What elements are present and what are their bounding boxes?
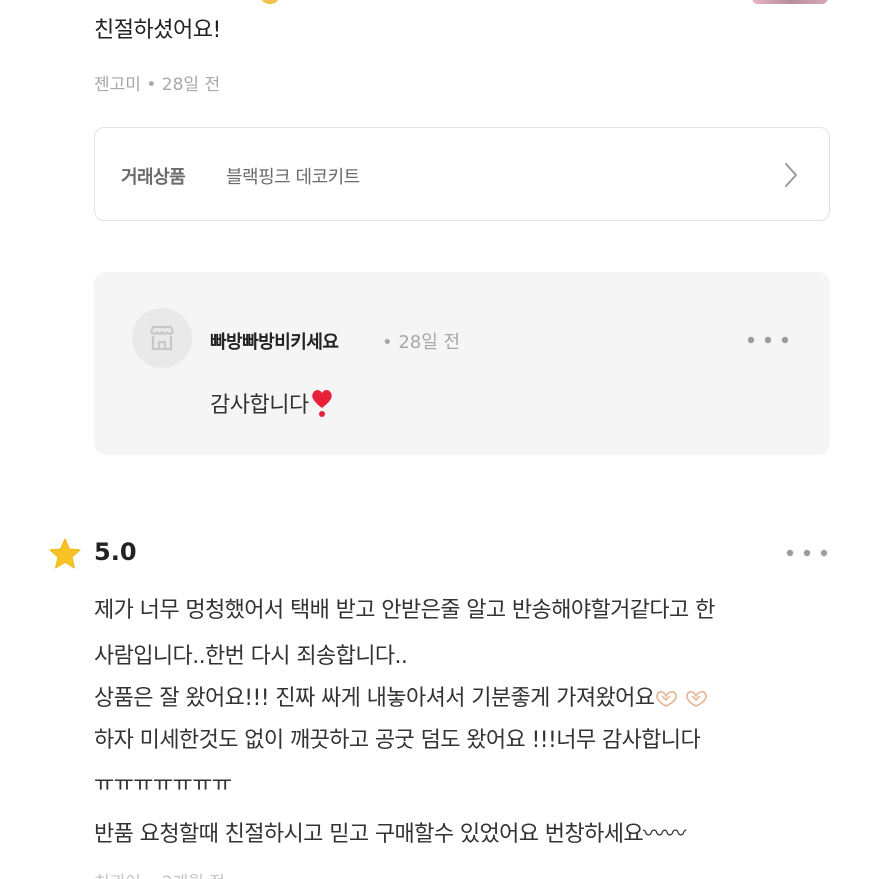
product-name: 블랙핑크 데코키트 (226, 167, 360, 188)
star-icon (49, 538, 81, 569)
meta-separator: • (382, 332, 393, 353)
review-line-text: 상품은 잘 왔어요!!! 진짜 싸게 내놓아셔서 기분좋게 가져왔어요 (94, 686, 655, 711)
review-line: 하자 미세한것도 없이 깨끗하고 공굿 덤도 왔어요 !!!너무 감사합니다 (94, 728, 701, 753)
reply-author-name[interactable]: 빠방빠방비키세요 (210, 328, 339, 354)
chevron-right-icon (785, 163, 797, 187)
rating-value: 5.0 (94, 538, 137, 566)
review-line-with-emoji: 상품은 잘 왔어요!!! 진짜 싸게 내놓아셔서 기분좋게 가져왔어요 (94, 680, 714, 712)
review-line: 제가 너무 멍청했어서 택배 받고 안받은줄 알고 반송해야할거같다고 한 (94, 598, 715, 623)
product-label: 거래상품 (121, 167, 186, 188)
more-dots-icon[interactable] (746, 336, 790, 344)
reply-meta: • 28일 전 (382, 328, 460, 354)
heart-exclamation-icon (311, 390, 332, 417)
meta-separator: • (146, 75, 157, 95)
reply-time: 28일 전 (398, 332, 461, 353)
review-author[interactable]: 젠고미 (94, 75, 141, 95)
reply-text: 감사합니다 (210, 393, 309, 418)
seller-reply: 빠방빠방비키세요 • 28일 전 감사합니다 (94, 272, 830, 455)
emoji-partial (262, 0, 278, 4)
review-meta-partial: 치쾨이 • 2개월 전 (94, 868, 225, 879)
previous-review-text: 친절하셨어요! (94, 18, 221, 43)
more-dots-icon[interactable] (785, 549, 829, 557)
shop-avatar[interactable] (132, 308, 192, 368)
shop-icon (149, 325, 175, 351)
hand-heart-icon (686, 691, 708, 707)
review-photo-thumbnail[interactable] (752, 0, 828, 4)
review-line: 사람입니다..한번 다시 죄송합니다.. (94, 644, 408, 669)
review-line: 반품 요청할때 친절하시고 믿고 구매할수 있었어요 번창하세요〰〰 (94, 822, 686, 847)
review-line: ㅠㅠㅠㅠㅠㅠㅠ (94, 772, 232, 797)
review-time: 28일 전 (161, 75, 221, 95)
previous-review-meta: 젠고미 • 28일 전 (94, 70, 220, 95)
hand-heart-icon (656, 691, 678, 707)
product-card[interactable]: 거래상품 블랙핑크 데코키트 (94, 127, 830, 221)
reply-text-row: 감사합니다 (210, 387, 333, 419)
